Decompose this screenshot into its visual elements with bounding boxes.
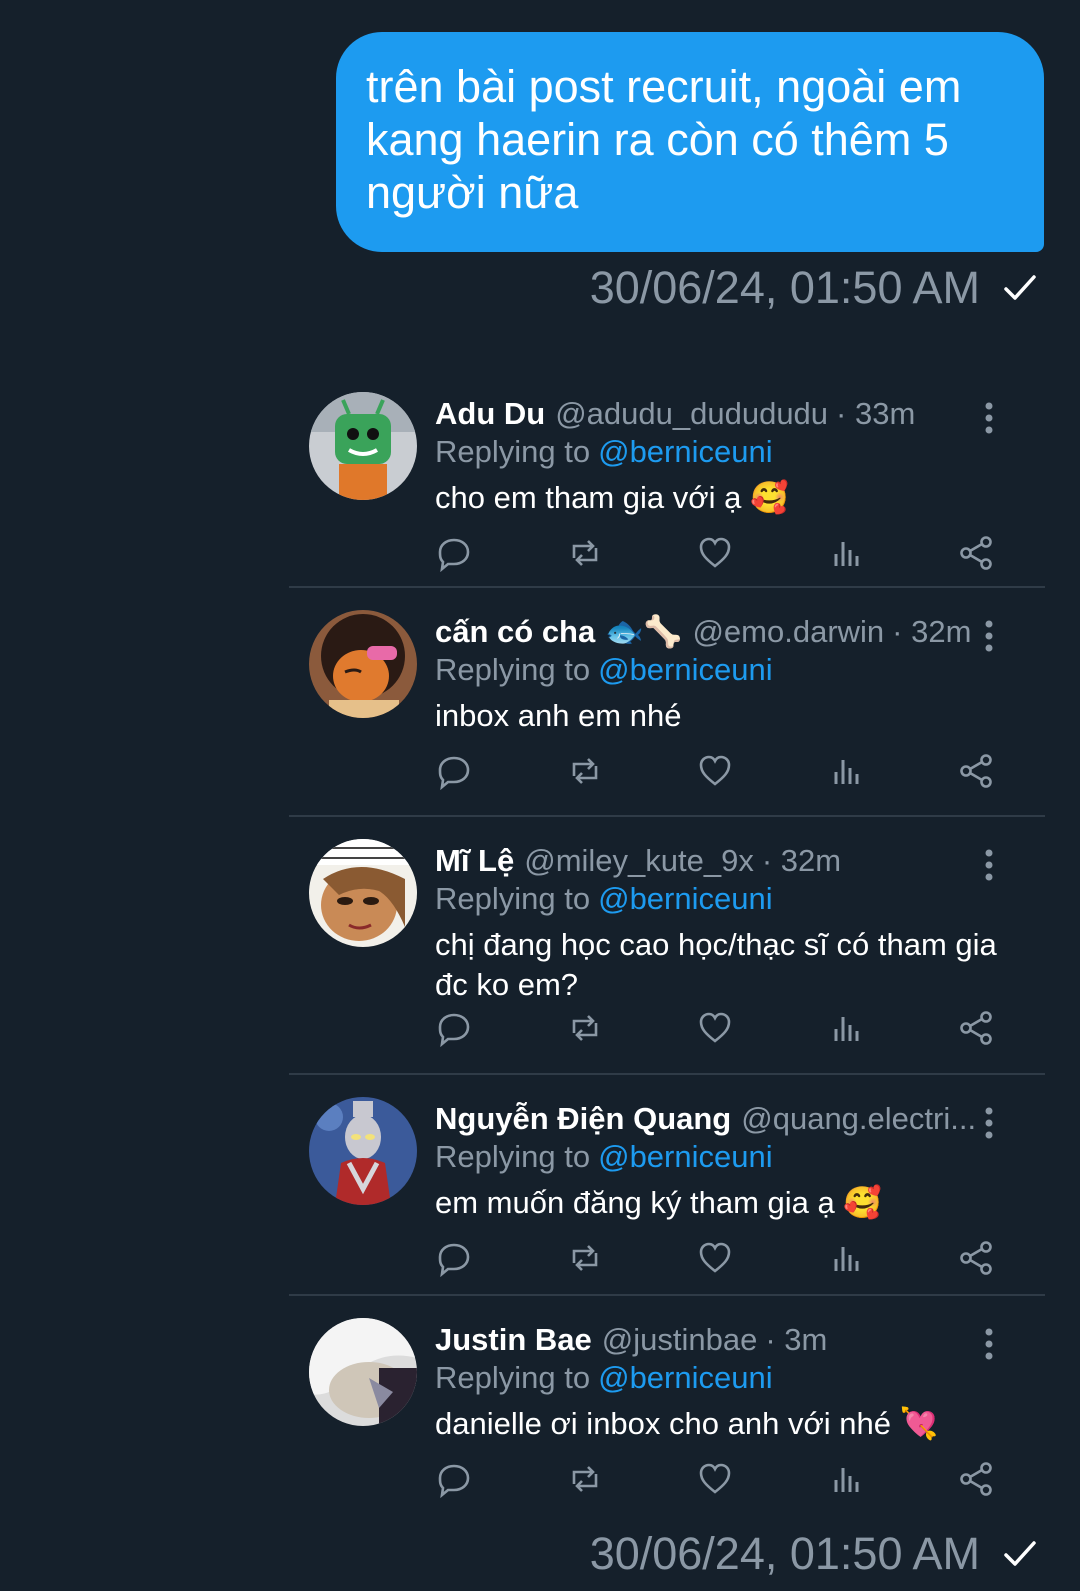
message-bubble[interactable]: trên bài post recruit, ngoài em kang hae… (336, 32, 1044, 252)
share-icon[interactable] (957, 1009, 995, 1047)
reply-icon[interactable] (435, 1009, 473, 1047)
views-icon[interactable] (827, 1460, 865, 1498)
action-bar (435, 534, 995, 574)
avatar[interactable] (309, 1097, 417, 1205)
mention-link[interactable]: @berniceuni (598, 1360, 773, 1395)
reply-icon[interactable] (435, 1460, 473, 1498)
mention-link[interactable]: @berniceuni (598, 1139, 773, 1174)
replying-label: Replying to (435, 1139, 591, 1174)
action-bar (435, 752, 995, 792)
reply-text: danielle ơi inbox cho anh với nhé 💘 (435, 1406, 939, 1441)
like-icon[interactable] (696, 1239, 734, 1277)
dm-conversation: trên bài post recruit, ngoài em kang hae… (0, 0, 1080, 1591)
retweet-icon[interactable] (566, 1009, 604, 1047)
share-icon[interactable] (957, 1239, 995, 1277)
reply-card[interactable]: cấn có cha 🐟🦴 @emo.darwin · 32m Replying… (289, 598, 1045, 806)
reply-icon[interactable] (435, 1239, 473, 1277)
avatar[interactable] (309, 839, 417, 947)
action-bar (435, 1009, 995, 1049)
reply-card[interactable]: Adu Du @adudu_dudududu · 33m Replying to… (289, 380, 1045, 588)
reply-text: inbox anh em nhé (435, 698, 682, 733)
more-icon[interactable] (979, 1105, 999, 1141)
reply-text: em muốn đăng ký tham gia ạ 🥰 (435, 1185, 882, 1220)
message-timestamp: 30/06/24, 01:50 AM (590, 262, 1038, 314)
mention-link[interactable]: @berniceuni (598, 652, 773, 687)
replying-label: Replying to (435, 434, 591, 469)
more-icon[interactable] (979, 1326, 999, 1362)
timestamp-text: 30/06/24, 01:50 AM (589, 1528, 980, 1579)
more-icon[interactable] (979, 618, 999, 654)
reply-card[interactable]: Nguyễn Điện Quang @quang.electri... Repl… (289, 1085, 1045, 1293)
like-icon[interactable] (696, 752, 734, 790)
replying-label: Replying to (435, 881, 591, 916)
retweet-icon[interactable] (566, 1460, 604, 1498)
reply-card[interactable]: Mĩ Lệ @miley_kute_9x · 32m Replying to @b… (289, 827, 1045, 1067)
views-icon[interactable] (827, 752, 865, 790)
divider (289, 1073, 1045, 1075)
reply-time: · 32m (892, 614, 972, 649)
divider (289, 1294, 1045, 1296)
action-bar (435, 1460, 995, 1500)
check-icon (1002, 270, 1038, 306)
like-icon[interactable] (696, 1009, 734, 1047)
action-bar (435, 1239, 995, 1279)
like-icon[interactable] (696, 534, 734, 572)
reply-icon[interactable] (435, 752, 473, 790)
reply-text: cho em tham gia với ạ 🥰 (435, 480, 789, 515)
more-icon[interactable] (979, 400, 999, 436)
views-icon[interactable] (827, 534, 865, 572)
reply-text: chị đang học cao học/thạc sĩ có tham gia… (435, 927, 997, 1002)
share-icon[interactable] (957, 534, 995, 572)
mention-link[interactable]: @berniceuni (598, 434, 773, 469)
avatar[interactable] (309, 1318, 417, 1426)
reply-time: · 33m (836, 396, 916, 431)
reply-card[interactable]: Justin Bae @justinbae · 3m Replying to @b… (289, 1306, 1045, 1514)
reply-icon[interactable] (435, 534, 473, 572)
mention-link[interactable]: @berniceuni (598, 881, 773, 916)
card-timestamp: 30/06/24, 01:50 AM (590, 1528, 1038, 1580)
replying-to: Replying to @berniceuni (435, 430, 773, 474)
views-icon[interactable] (827, 1239, 865, 1277)
views-icon[interactable] (827, 1009, 865, 1047)
replying-label: Replying to (435, 1360, 591, 1395)
replying-to: Replying to @berniceuni (435, 877, 773, 921)
share-icon[interactable] (957, 1460, 995, 1498)
avatar[interactable] (309, 610, 417, 718)
reply-time: · 3m (765, 1322, 828, 1357)
retweet-icon[interactable] (566, 1239, 604, 1277)
reply-time: · 32m (761, 843, 842, 878)
divider (289, 815, 1045, 817)
timestamp-text: 30/06/24, 01:50 AM (589, 262, 980, 313)
like-icon[interactable] (696, 1460, 734, 1498)
replying-to: Replying to @berniceuni (435, 648, 773, 692)
more-icon[interactable] (979, 847, 999, 883)
retweet-icon[interactable] (566, 752, 604, 790)
retweet-icon[interactable] (566, 534, 604, 572)
user-handle[interactable]: @quang.electri... (741, 1097, 975, 1141)
share-icon[interactable] (957, 752, 995, 790)
check-icon (1002, 1536, 1038, 1572)
divider (289, 586, 1045, 588)
replying-to: Replying to @berniceuni (435, 1135, 773, 1179)
replying-to: Replying to @berniceuni (435, 1356, 773, 1400)
replying-label: Replying to (435, 652, 591, 687)
avatar[interactable] (309, 392, 417, 500)
